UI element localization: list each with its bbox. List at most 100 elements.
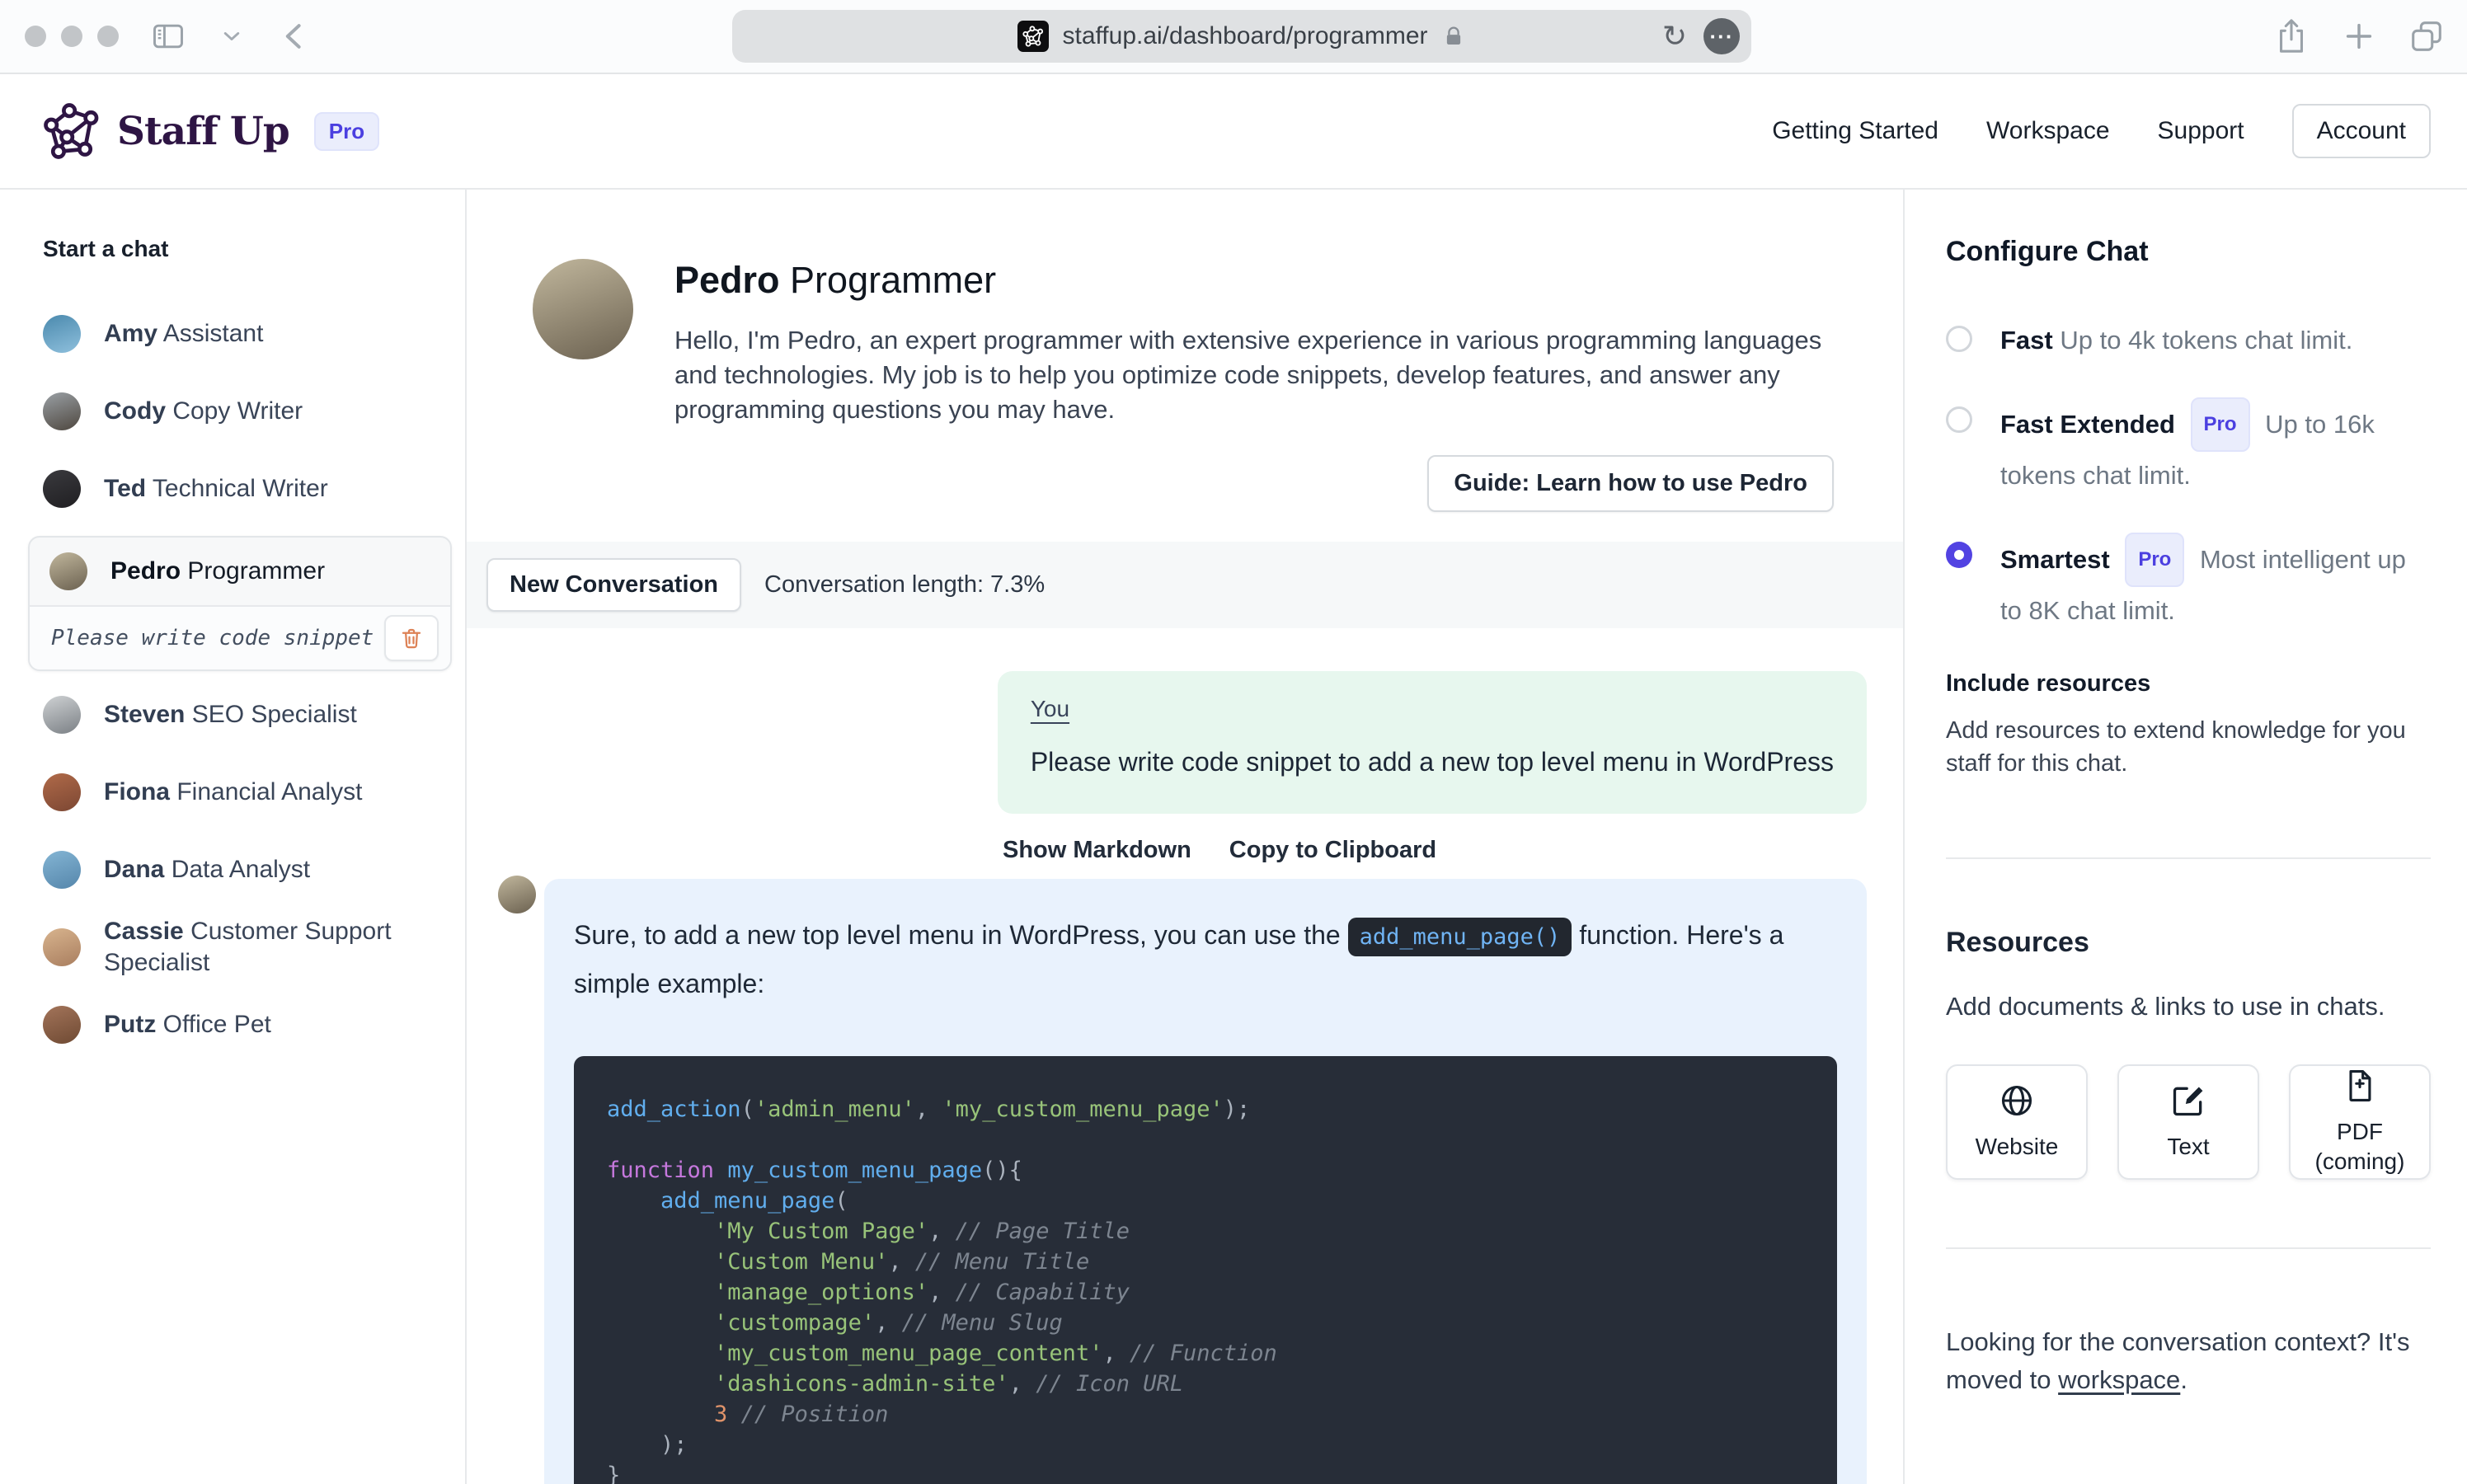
sidebar-item-putz[interactable]: Putz Office Pet [43,986,465,1064]
staffup-logo-icon [43,102,101,160]
conversation-preview-text: Please write code snippet... [51,626,373,650]
resource-cards: Website Text PDF (coming) [1946,1064,2431,1180]
maximize-window-button[interactable] [97,26,119,47]
resources-description: Add documents & links to use in chats. [1946,992,2385,1021]
reload-icon[interactable]: ↻ [1662,21,1687,51]
workspace-link[interactable]: workspace [2058,1365,2180,1394]
staff-name: Cassie Customer Support Specialist [104,918,392,976]
share-icon[interactable] [2272,17,2310,55]
avatar-cody [43,392,81,430]
conversation-preview[interactable]: Please write code snippet... [30,605,450,669]
resource-card-label: Website [1975,1134,2059,1159]
pro-plan-badge: Pro [313,111,380,151]
sidebar-item-cassie[interactable]: Cassie Customer Support Specialist [43,909,465,986]
profile-avatar [533,259,633,359]
profile-role: Programmer [790,259,997,301]
inline-code-chip: add_menu_page() [1347,918,1572,956]
radio-unchecked-icon[interactable] [1946,326,1972,352]
chat-mode-options: Fast Up to 4k tokens chat limit. Fast Ext… [1946,319,2431,632]
file-plus-icon [2342,1068,2378,1104]
delete-conversation-button[interactable] [384,615,439,661]
new-conversation-button[interactable]: New Conversation [486,558,741,612]
avatar-amy [43,315,81,353]
configure-panel: Configure Chat Fast Up to 4k tokens chat… [1903,190,2467,1484]
show-markdown-button[interactable]: Show Markdown [1003,837,1191,864]
app-header: Staff Up Pro Getting Started Workspace Sup… [0,74,2467,190]
copy-to-clipboard-button[interactable]: Copy to Clipboard [1229,837,1436,864]
sidebar-item-dana[interactable]: Dana Data Analyst [43,831,465,909]
staff-sidebar: Start a chat Amy Assistant Cody Copy Writ… [0,190,467,1484]
avatar-steven [43,696,81,734]
chat-mode-label: Smartest Pro Most intelligent up to 8K c… [2000,533,2429,632]
avatar-cassie [43,928,81,966]
pro-feature-badge: Pro [2125,533,2185,587]
footer-text-after: . [2180,1365,2187,1394]
url-text: staffup.ai/dashboard/programmer [1062,22,1428,49]
nav-item-workspace[interactable]: Workspace [1986,117,2110,145]
window-controls [25,26,119,47]
chat-mode-label: Fast Up to 4k tokens chat limit. [2000,326,2353,355]
radio-checked-icon[interactable] [1946,542,1972,568]
chat-mode-option-fast-extended[interactable]: Fast Extended Pro Up to 16k tokens chat … [1946,397,2431,497]
staff-name: Putz Office Pet [104,1011,271,1038]
radio-unchecked-icon[interactable] [1946,406,1972,433]
address-bar[interactable]: staffup.ai/dashboard/programmer ↻ ··· [732,10,1751,63]
sidebar-item-pedro-selected[interactable]: Pedro Programmer Please write code snippe… [28,536,452,671]
staff-name: Pedro Programmer [110,557,326,585]
browser-chrome: staffup.ai/dashboard/programmer ↻ ··· [0,0,2467,74]
chevron-down-icon[interactable] [218,22,246,50]
user-message-text: Please write code snippet to add a new t… [1030,747,1834,777]
conversation-length-label: Conversation length: 7.3% [764,571,1046,598]
staff-name: Dana Data Analyst [104,856,311,883]
sidebar-item-steven[interactable]: Steven SEO Specialist [43,676,465,754]
nav-item-support[interactable]: Support [2158,117,2244,145]
staff-profile: Pedro Programmer Hello, I'm Pedro, an ex… [467,190,1903,512]
profile-first-name: Pedro [674,259,780,301]
more-options-icon[interactable]: ··· [1703,18,1740,54]
staff-name: Amy Assistant [104,320,264,347]
sidebar-heading: Start a chat [43,236,169,261]
tab-overview-icon[interactable] [2408,17,2446,55]
chat-mode-option-fast[interactable]: Fast Up to 4k tokens chat limit. [1946,319,2431,362]
minimize-window-button[interactable] [61,26,82,47]
lock-icon [1441,24,1466,49]
main-panel: Pedro Programmer Hello, I'm Pedro, an ex… [467,190,1903,1484]
resource-card-website[interactable]: Website [1946,1064,2088,1180]
user-message-author: You [1030,696,1070,721]
context-footer: Looking for the conversation context? It… [1946,1323,2431,1399]
divider [1946,1247,2431,1249]
account-button[interactable]: Account [2291,104,2431,158]
pencil-square-icon [2170,1082,2206,1119]
close-window-button[interactable] [25,26,46,47]
nav-item-getting-started[interactable]: Getting Started [1772,117,1938,145]
sidebar-toggle-icon[interactable] [150,18,186,54]
avatar-fiona [43,773,81,811]
resource-card-text[interactable]: Text [2117,1064,2259,1180]
globe-icon [1999,1082,2035,1119]
new-tab-icon[interactable] [2340,17,2378,55]
conversation-toolbar: New Conversation Conversation length: 7.… [467,542,1903,628]
chat-list: Amy Assistant Cody Copy Writer Ted Technic… [28,295,465,1064]
brand[interactable]: Staff Up Pro [43,102,380,160]
avatar-dana [43,851,81,889]
divider [1946,857,2431,859]
resource-card-label: PDF (coming) [2314,1119,2405,1174]
chat-mode-label: Fast Extended Pro Up to 16k tokens chat … [2000,397,2429,497]
avatar-ted [43,470,81,508]
brand-name: Staff Up [117,108,290,154]
pro-feature-badge: Pro [2190,397,2250,452]
staff-name: Cody Copy Writer [104,397,303,425]
resource-card-pdf-coming-[interactable]: PDF (coming) [2289,1064,2431,1180]
include-resources-description: Add resources to extend knowledge for yo… [1946,717,2406,777]
code-block[interactable]: add_action('admin_menu', 'my_custom_menu… [574,1056,1837,1484]
avatar-putz [43,1006,81,1044]
sidebar-item-fiona[interactable]: Fiona Financial Analyst [43,754,465,831]
include-resources-heading: Include resources [1946,670,2151,697]
sidebar-item-cody[interactable]: Cody Copy Writer [43,373,465,450]
sidebar-item-ted[interactable]: Ted Technical Writer [43,450,465,528]
chat-area: You Please write code snippet to add a n… [467,628,1903,1484]
back-icon[interactable] [277,18,313,54]
chat-mode-option-smartest[interactable]: Smartest Pro Most intelligent up to 8K c… [1946,533,2431,632]
guide-button[interactable]: Guide: Learn how to use Pedro [1427,455,1834,512]
sidebar-item-amy[interactable]: Amy Assistant [43,295,465,373]
